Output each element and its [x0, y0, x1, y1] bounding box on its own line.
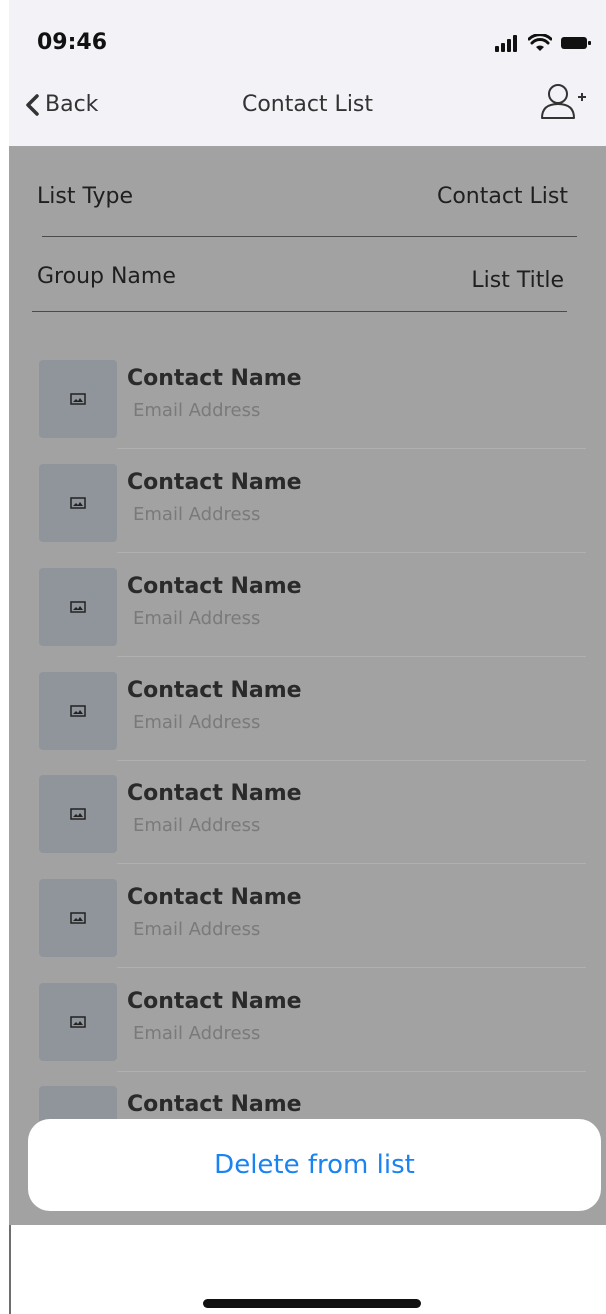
avatar [39, 464, 117, 542]
battery-icon [561, 37, 591, 49]
list-type-label: List Type [37, 184, 133, 209]
contact-list-content: List Type Contact List Group Name List T… [9, 146, 606, 1225]
contact-name: Contact Name [127, 885, 302, 910]
contact-name: Contact Name [127, 470, 302, 495]
image-icon [70, 705, 86, 717]
contact-email: Email Address [133, 608, 261, 629]
avatar [39, 672, 117, 750]
divider [117, 967, 586, 968]
image-icon [70, 1016, 86, 1028]
contact-email: Email Address [133, 919, 261, 940]
status-time: 09:46 [37, 30, 108, 55]
contact-name: Contact Name [127, 781, 302, 806]
avatar [39, 775, 117, 853]
group-name-value: List Title [471, 268, 564, 293]
image-icon [70, 912, 86, 924]
group-name-label: Group Name [37, 264, 176, 289]
signal-icon [495, 35, 517, 52]
contact-name: Contact Name [127, 678, 302, 703]
page-title: Contact List [241, 92, 374, 117]
list-item[interactable]: Contact Name Email Address [9, 865, 606, 968]
contact-email: Email Address [133, 815, 261, 836]
contact-email: Email Address [133, 1023, 261, 1044]
image-icon [70, 808, 86, 820]
delete-from-list-button[interactable]: Delete from list [28, 1119, 601, 1211]
list-item[interactable]: Contact Name Email Address [9, 969, 606, 1072]
divider [117, 656, 586, 657]
contact-email: Email Address [133, 504, 261, 525]
divider [32, 311, 567, 312]
list-item[interactable]: Contact Name Email Address [9, 346, 606, 449]
avatar [39, 983, 117, 1061]
screen: 09:46 Back Contact List List Type Contac… [0, 0, 606, 1314]
image-icon [70, 393, 86, 405]
home-indicator[interactable] [203, 1299, 421, 1308]
avatar [39, 568, 117, 646]
avatar [39, 360, 117, 438]
list-item[interactable]: Contact Name Email Address [9, 761, 606, 864]
divider [117, 863, 586, 864]
contact-name: Contact Name [127, 574, 302, 599]
status-icons [494, 34, 592, 52]
list-item[interactable]: Contact Name Email Address [9, 658, 606, 761]
list-type-value: Contact List [436, 184, 568, 209]
contact-name: Contact Name [127, 989, 302, 1014]
list-item[interactable]: Contact Name Email Address [9, 554, 606, 657]
image-icon [70, 497, 86, 509]
wifi-icon [528, 34, 552, 51]
contact-email: Email Address [133, 712, 261, 733]
contact-email: Email Address [133, 400, 261, 421]
navigation-bar: 09:46 Back Contact List [9, 0, 606, 146]
list-item[interactable]: Contact Name Email Address [9, 450, 606, 553]
avatar [39, 879, 117, 957]
divider [9, 1225, 11, 1314]
divider [117, 552, 586, 553]
add-contact-icon[interactable] [540, 80, 588, 124]
contact-name: Contact Name [127, 1092, 302, 1117]
contact-name: Contact Name [127, 366, 302, 391]
divider [117, 448, 586, 449]
divider [42, 236, 577, 237]
image-icon [70, 601, 86, 613]
